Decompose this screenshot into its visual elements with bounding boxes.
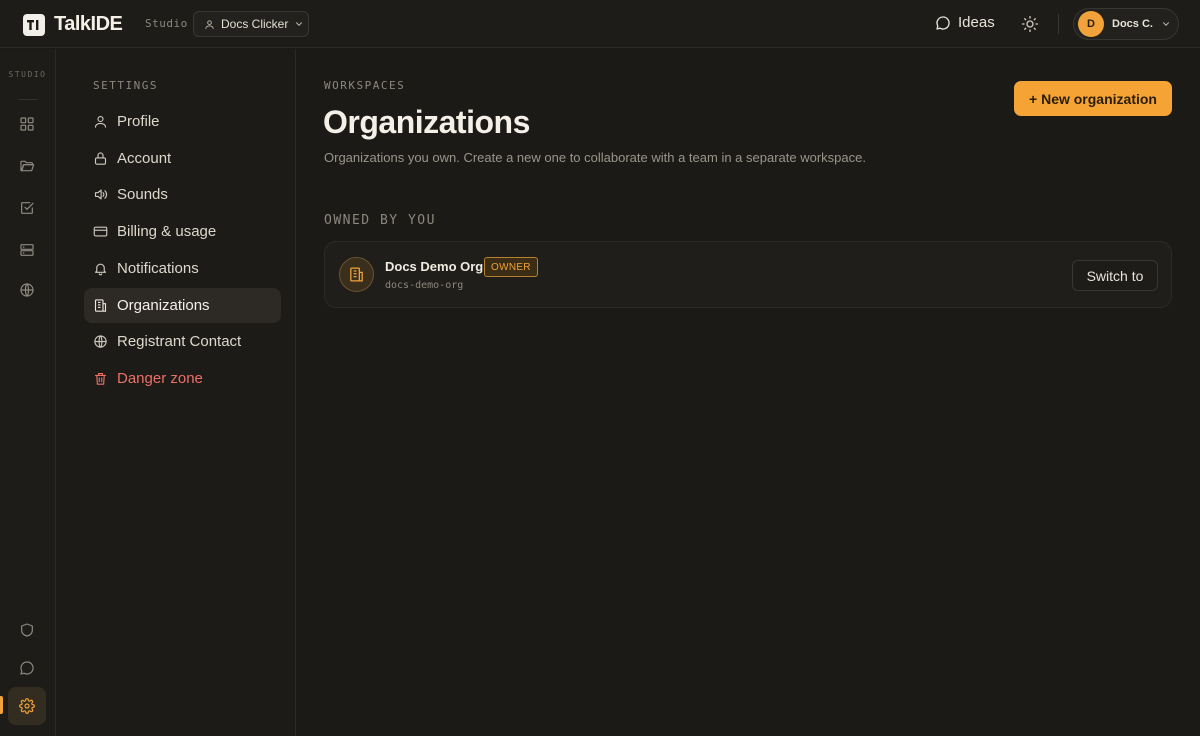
sidebar-item-account[interactable]: Account [84,141,281,176]
building-icon [339,257,374,292]
rail-settings-button[interactable] [8,687,46,725]
sidebar-item-label: Registrant Contact [117,333,242,350]
chevron-down-icon [1161,19,1171,29]
top-bar: TalkIDE Studio Docs Clicker Ideas D Docs… [0,0,1200,48]
rail-active-indicator [0,696,3,714]
page-title: Organizations [323,104,530,140]
rail-security-button[interactable] [8,611,46,649]
user-menu-button[interactable]: D Docs C. [1073,8,1179,40]
chevron-down-icon [294,19,304,29]
switch-to-button[interactable]: Switch to [1072,260,1158,291]
organization-slug: docs-demo-org [385,280,464,291]
ideas-label: Ideas [958,14,995,31]
theme-toggle-button[interactable] [1021,15,1039,33]
main-content: WORKSPACES Organizations Organizations y… [297,49,1200,736]
page-description: Organizations you own. Create a new one … [324,150,866,165]
rail-label: STUDIO [8,70,47,79]
user-icon [93,114,108,129]
checkbox-icon [19,200,35,216]
settings-sidebar: SETTINGS Profile Account Sounds Billing … [56,49,296,736]
sidebar-item-billing[interactable]: Billing & usage [84,214,281,249]
lock-icon [93,151,108,166]
grid-icon [19,116,35,132]
sun-icon [1021,15,1039,33]
rail-servers-button[interactable] [8,231,46,269]
sidebar-item-sounds[interactable]: Sounds [84,177,281,212]
credit-card-icon [93,224,108,239]
header-divider [1058,14,1059,34]
building-icon [93,298,108,313]
sidebar-item-label: Notifications [117,260,199,277]
organization-name: Docs Demo Org [385,259,484,274]
owner-badge: OWNER [484,257,538,277]
sidebar-item-label: Profile [117,113,160,130]
bell-icon [93,261,108,276]
icon-rail: STUDIO [0,49,56,736]
ideas-button[interactable]: Ideas [935,14,995,31]
globe-icon [93,334,108,349]
app-name: TalkIDE [54,13,123,35]
globe-icon [19,282,35,298]
avatar: D [1078,11,1104,37]
settings-heading: SETTINGS [93,79,158,92]
shield-icon [19,622,35,638]
sidebar-item-label: Account [117,150,172,167]
sidebar-item-registrant-contact[interactable]: Registrant Contact [84,324,281,359]
organization-card: Docs Demo Org OWNER docs-demo-org Switch… [324,241,1172,308]
rail-chat-button[interactable] [8,649,46,687]
user-name: Docs C. [1112,18,1153,30]
workspace-switcher-button[interactable]: Docs Clicker [193,11,309,37]
trash-icon [93,371,108,386]
sidebar-item-label: Sounds [117,186,168,203]
folder-icon [19,158,35,174]
server-icon [19,242,35,258]
sidebar-item-organizations[interactable]: Organizations [84,288,281,323]
new-organization-button[interactable]: + New organization [1014,81,1172,116]
page-eyebrow: WORKSPACES [324,79,406,92]
sidebar-item-label: Danger zone [117,370,203,387]
chat-icon [935,15,951,31]
rail-tasks-button[interactable] [8,189,46,227]
logo-mark [23,13,45,36]
sidebar-item-notifications[interactable]: Notifications [84,251,281,286]
sidebar-item-profile[interactable]: Profile [84,104,281,139]
user-icon [204,19,215,30]
sidebar-item-label: Organizations [117,297,210,314]
studio-label: Studio [145,17,188,30]
rail-divider [18,99,38,100]
sidebar-item-label: Billing & usage [117,223,217,240]
workspace-label: Docs Clicker [221,17,289,31]
sidebar-item-danger-zone[interactable]: Danger zone [84,361,281,396]
chat-icon [19,660,35,676]
section-label: OWNED BY YOU [324,213,436,228]
app-logo[interactable]: TalkIDE [23,13,123,36]
rail-dashboard-button[interactable] [8,105,46,143]
speaker-icon [93,187,108,202]
rail-domains-button[interactable] [8,271,46,309]
gear-icon [19,698,35,714]
rail-projects-button[interactable] [8,147,46,185]
